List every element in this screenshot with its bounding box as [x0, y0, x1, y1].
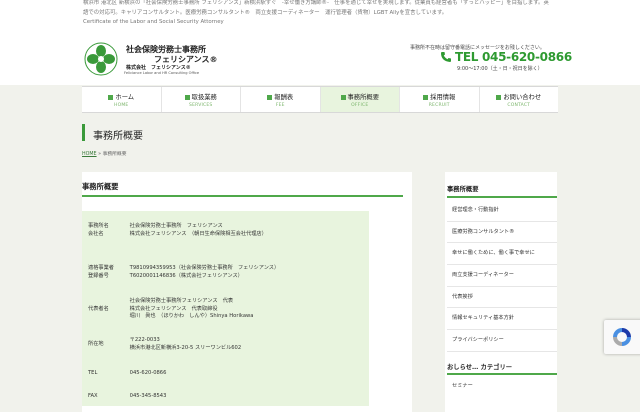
row-value: T9810994359953（社会保険労務士事務所 フェリシアンス） T60200…	[129, 265, 280, 279]
business-hours: 9:00〜17:00（土・日・祝日を除く）	[457, 66, 543, 72]
row-value: 社会保険労務士事務所 フェリシアンス 株式会社フェリシアンス （朝日生命保険相互会…	[129, 223, 267, 237]
sidebar-item-seminar[interactable]: セミナー	[452, 382, 473, 389]
nav-label-en: SERVICES	[189, 103, 213, 108]
breadcrumb: HOME » 事務所概要	[82, 150, 127, 157]
nav-item-contact[interactable]: お問い合わせ CONTACT	[480, 87, 559, 112]
page-title-block: 事務所概要	[82, 124, 143, 142]
nav-label-en: CONTACT	[507, 103, 531, 108]
breadcrumb-current: 事務所概要	[102, 152, 127, 157]
logo-english: Feliciance Labor and HR Consulting Offic…	[124, 71, 200, 75]
sidebar-heading: 事務所概要	[447, 186, 479, 193]
clover-logo-icon[interactable]	[84, 42, 118, 76]
nav-label: 取扱業務	[162, 92, 241, 101]
nav-label: 事務所概要	[321, 92, 400, 101]
sidebar-category-heading: おしらせ… カテゴリー	[447, 364, 513, 371]
row-label: 事務所名 会社名	[88, 223, 109, 237]
intro-text: 横浜市 港北区 新横浜の「社会保険労務士事務所 フェリシアンス」新横浜駅すぐ -…	[83, 0, 549, 16]
row-label: 代表者名	[88, 305, 109, 312]
sidebar-menu: 経営理念・行動指針 医療労務コンサルタント® 幸せに働くために、働く事で幸せに …	[447, 200, 557, 352]
nav-label-en: RECRUIT	[428, 103, 450, 108]
nav-label: 採用情報	[400, 92, 479, 101]
phone-icon	[441, 52, 451, 62]
sidebar-item-medical-consultant[interactable]: 医療労務コンサルタント®	[447, 222, 557, 244]
row-value: 045-620-0866	[129, 370, 167, 376]
row-label: FAX	[88, 393, 98, 399]
sidebar-item-privacy-policy[interactable]: プライバシーポリシー	[447, 330, 557, 352]
table-row-fax: FAX 045-345-8543	[88, 393, 370, 401]
logo-company: 株式会社 フェリシアンス®	[126, 65, 191, 71]
sidebar-item-greeting[interactable]: 代表挨拶	[447, 287, 557, 309]
recaptcha-icon	[613, 328, 631, 346]
sidebar-divider	[447, 196, 557, 198]
row-label: 所在地	[88, 341, 104, 347]
nav-label: 報酬表	[241, 92, 320, 101]
table-row-representative: 代表者名 社会保険労務士事務所フェリシアンス 代表 株式会社フェリシアンス 代表取…	[88, 298, 370, 321]
nav-item-fee[interactable]: 報酬表 FEE	[241, 87, 321, 112]
breadcrumb-separator: »	[98, 152, 102, 157]
site-intro: 横浜市 港北区 新横浜の「社会保険労務士事務所 フェリシアンス」新横浜駅すぐ -…	[83, 0, 553, 28]
nav-item-recruit[interactable]: 採用情報 RECRUIT	[400, 87, 480, 112]
table-row-tel: TEL 045-620-0866	[88, 370, 370, 378]
row-value: 045-345-8543	[129, 393, 167, 399]
nav-item-services[interactable]: 取扱業務 SERVICES	[162, 87, 241, 112]
nav-item-office[interactable]: 事務所概要 OFFICE	[320, 87, 400, 112]
recaptcha-badge[interactable]	[604, 320, 640, 354]
row-value: 〒222-0033 横浜市港北区新横浜3-20-5 スリーワンビル602	[129, 337, 242, 351]
main-nav: ホーム HOME 取扱業務 SERVICES 報酬表 FEE 事務所概要 OFF…	[82, 86, 558, 113]
phone-number[interactable]: TEL 045-620-0866	[455, 50, 572, 64]
sidebar-divider	[447, 373, 557, 375]
nav-label-en: OFFICE	[351, 103, 369, 108]
row-label: TEL	[88, 370, 98, 376]
nav-label: お問い合わせ	[480, 92, 559, 101]
page-title: 事務所概要	[93, 131, 143, 142]
table-row-office-name: 事務所名 会社名 社会保険労務士事務所 フェリシアンス 株式会社フェリシアンス （朝…	[88, 223, 370, 238]
table-row-registration: 適格事業者 登録番号 T9810994359953（社会保険労務士事務所 フェリシ…	[88, 265, 370, 280]
nav-label-en: HOME	[114, 103, 129, 108]
breadcrumb-home-link[interactable]: HOME	[82, 152, 97, 157]
intro-certificate: Certificate of the Labor and Social Secu…	[83, 19, 224, 26]
nav-label: ホーム	[82, 92, 161, 101]
section-heading: 事務所概要	[82, 182, 119, 191]
row-label: 適格事業者 登録番号	[88, 265, 114, 279]
sidebar-item-happy-work[interactable]: 幸せに働くために、働く事で幸せに	[447, 243, 557, 266]
sidebar-item-philosophy[interactable]: 経営理念・行動指針	[447, 200, 557, 222]
row-value: 社会保険労務士事務所フェリシアンス 代表 株式会社フェリシアンス 代表取締役 堀川 …	[129, 298, 254, 319]
nav-label-en: FEE	[275, 103, 285, 108]
table-row-address: 所在地 〒222-0033 横浜市港北区新横浜3-20-5 スリーワンビル602	[88, 337, 370, 352]
sidebar-item-support-coordinator[interactable]: 両立支援コーディネーター	[447, 265, 557, 287]
nav-item-home[interactable]: ホーム HOME	[82, 87, 162, 112]
sidebar-item-security-policy[interactable]: 情報セキュリティ基本方針	[447, 308, 557, 331]
section-divider	[82, 195, 403, 197]
